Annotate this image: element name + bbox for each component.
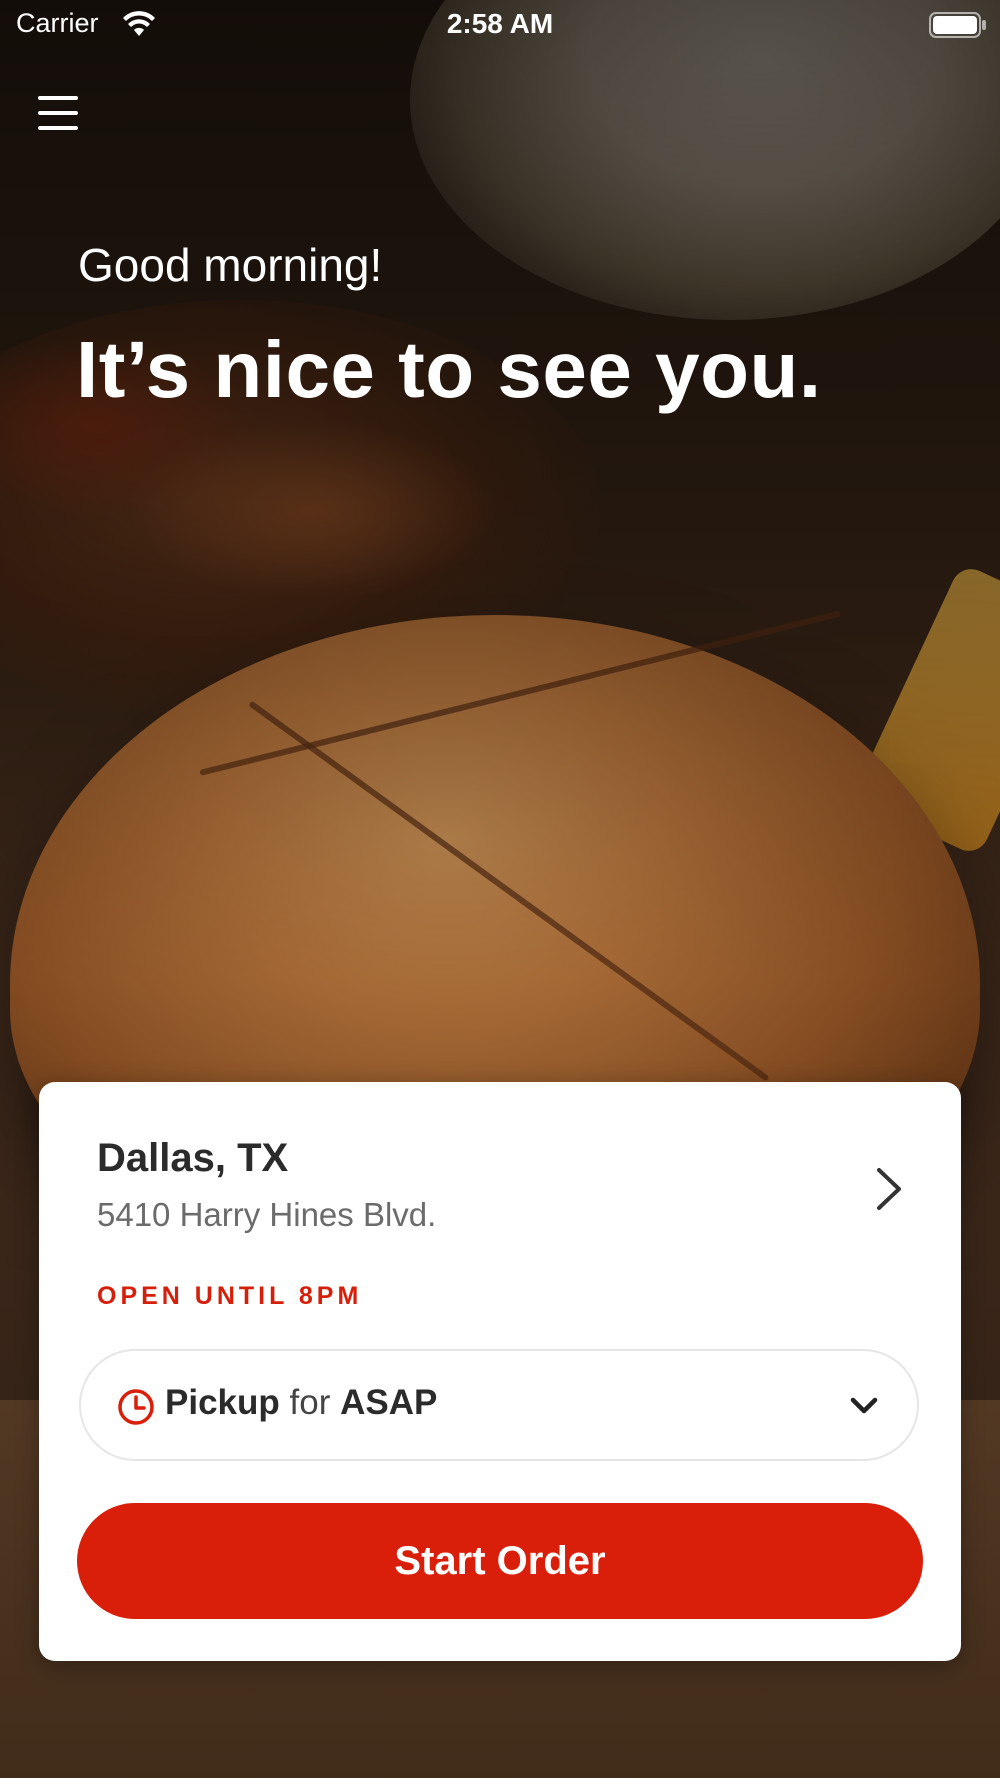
order-mode-connector: for xyxy=(289,1383,331,1422)
order-time-label: ASAP xyxy=(340,1383,438,1422)
greeting-text: Good morning! xyxy=(78,239,383,291)
location-address: 5410 Harry Hines Blvd. xyxy=(97,1196,437,1233)
pickup-summary: Pickup for ASAP xyxy=(165,1383,437,1423)
headline-text: It’s nice to see you. xyxy=(76,325,822,414)
order-mode-label: Pickup xyxy=(165,1383,280,1422)
hamburger-menu-icon[interactable] xyxy=(38,96,78,130)
clock-icon xyxy=(118,1389,154,1425)
pickup-time-dropdown[interactable]: Pickup for ASAP xyxy=(79,1349,919,1461)
start-order-button[interactable]: Start Order xyxy=(77,1503,923,1619)
status-bar: Carrier 2:58 AM xyxy=(0,0,1000,52)
status-time: 2:58 AM xyxy=(446,8,554,39)
location-city: Dallas, TX xyxy=(97,1136,289,1180)
chevron-down-icon xyxy=(850,1397,878,1414)
battery-icon xyxy=(929,12,986,38)
order-card: Dallas, TX 5410 Harry Hines Blvd. OPEN U… xyxy=(39,1082,961,1661)
location-hours: OPEN UNTIL 8PM xyxy=(97,1282,363,1310)
chevron-right-icon xyxy=(877,1168,901,1210)
location-selector[interactable]: Dallas, TX 5410 Harry Hines Blvd. OPEN U… xyxy=(39,1082,961,1322)
